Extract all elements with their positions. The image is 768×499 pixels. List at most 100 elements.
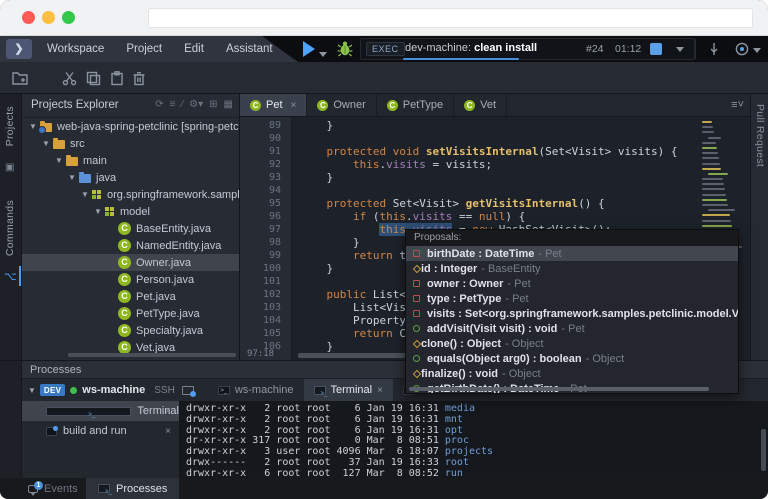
- minimap-line: [702, 199, 727, 201]
- terminal-scrollbar[interactable]: [761, 429, 766, 471]
- chevron-down-icon[interactable]: ▼: [54, 156, 64, 165]
- editor-tab-owner[interactable]: COwner: [307, 94, 376, 116]
- terminal-output[interactable]: drwxr-xr-x 2 root root 6 Jan 19 16:31 me…: [180, 401, 768, 478]
- maximize-window-button[interactable]: [62, 11, 75, 24]
- menu-edit[interactable]: Edit: [173, 36, 215, 62]
- paste-button[interactable]: [106, 68, 128, 88]
- proposals-scrollbar[interactable]: [409, 387, 709, 391]
- minimap-line: [708, 173, 728, 175]
- terminal-dir-name: projects: [445, 446, 493, 457]
- pull-request-panel-tab[interactable]: Pull Request: [754, 104, 766, 167]
- import-project-button[interactable]: [10, 68, 32, 88]
- code-line[interactable]: [300, 184, 696, 197]
- dev-badge: DEV: [40, 384, 65, 396]
- tree-item[interactable]: ▼java: [22, 169, 239, 186]
- link-with-editor-icon[interactable]: ∕: [182, 99, 184, 110]
- code-token: return: [353, 249, 393, 262]
- tree-item[interactable]: CPet.java: [22, 288, 239, 305]
- process-tab-terminal[interactable]: >_Terminal×: [304, 379, 393, 401]
- commands-panel-tab[interactable]: Commands: [4, 200, 16, 256]
- menu-project[interactable]: Project: [115, 36, 173, 62]
- code-line[interactable]: this.visits = visits;: [300, 158, 696, 171]
- proposal-item[interactable]: birthDate : DateTime- Pet: [406, 246, 738, 261]
- chevron-down-icon[interactable]: ▼: [28, 122, 38, 131]
- close-icon[interactable]: ×: [291, 100, 297, 111]
- tree-item[interactable]: ▼model: [22, 203, 239, 220]
- class-icon: C: [317, 100, 328, 111]
- projects-panel-tab[interactable]: Projects: [4, 106, 16, 146]
- delete-button[interactable]: [128, 68, 150, 88]
- tree-item[interactable]: COwner.java: [22, 254, 239, 271]
- tree-item[interactable]: CSpecialty.java: [22, 322, 239, 339]
- code-token: this: [353, 158, 380, 171]
- refresh-icon[interactable]: ⟳: [155, 99, 163, 110]
- maximize-panel-icon[interactable]: ⊞: [209, 99, 217, 110]
- line-number: 105: [240, 327, 291, 340]
- explorer-horizontal-scrollbar[interactable]: [68, 353, 236, 357]
- code-line[interactable]: }: [300, 171, 696, 184]
- debugger-panel-icon[interactable]: [706, 41, 722, 57]
- collapse-all-icon[interactable]: ≡: [170, 99, 176, 110]
- proposal-item[interactable]: addVisit(Visit visit) : void- Pet: [406, 321, 738, 336]
- process-item-terminal[interactable]: >_Terminal×: [22, 401, 179, 421]
- tree-item[interactable]: ▼org.springframework.samples: [22, 186, 239, 203]
- process-tab-ws-machine[interactable]: >_ws-machine: [208, 379, 304, 401]
- processes-tab[interactable]: >_ Processes: [86, 478, 179, 499]
- proposal-item[interactable]: visits : Set<org.springframework.samples…: [406, 306, 738, 321]
- events-tab[interactable]: 1 Events: [16, 478, 90, 499]
- tree-item[interactable]: ▼src: [22, 135, 239, 152]
- cut-button[interactable]: [58, 68, 80, 88]
- ssh-button[interactable]: SSH: [154, 385, 175, 396]
- machine-chevron-icon[interactable]: ▼: [28, 386, 36, 395]
- app-logo[interactable]: ❯: [6, 39, 32, 59]
- proposal-item[interactable]: finalize() : void- Object: [406, 366, 738, 381]
- chevron-down-icon[interactable]: ▼: [41, 139, 51, 148]
- proposal-item[interactable]: id : Integer- BaseEntity: [406, 261, 738, 276]
- editor-tab-pet[interactable]: CPet×: [240, 94, 307, 116]
- minimize-window-button[interactable]: [42, 11, 55, 24]
- machine-terminal-icon[interactable]: [182, 386, 194, 395]
- code-line[interactable]: protected void setVisitsInternal(Set<Vis…: [300, 145, 696, 158]
- line-number: 96: [240, 210, 291, 223]
- panel-menu-icon[interactable]: ▦: [224, 99, 233, 110]
- exec-options-caret-icon[interactable]: [676, 47, 684, 52]
- tree-item[interactable]: ▼main: [22, 152, 239, 169]
- chevron-down-icon[interactable]: ▼: [93, 207, 103, 216]
- settings-gear-icon[interactable]: ⚙▾: [189, 99, 203, 110]
- editor-tab-pettype[interactable]: CPetType: [377, 94, 454, 116]
- tree-item[interactable]: ▼web-java-spring-petclinic [spring-petcl…: [22, 118, 239, 135]
- close-icon[interactable]: ×: [377, 385, 383, 396]
- code-line[interactable]: protected Set<Visit> getVisitsInternal()…: [300, 197, 696, 210]
- address-bar[interactable]: [148, 8, 753, 28]
- proposal-item[interactable]: owner : Owner- Pet: [406, 276, 738, 291]
- stop-button[interactable]: [650, 43, 662, 55]
- code-line[interactable]: }: [300, 119, 696, 132]
- tree-item[interactable]: CPerson.java: [22, 271, 239, 288]
- copy-button[interactable]: [82, 68, 104, 88]
- menu-workspace[interactable]: Workspace: [36, 36, 115, 62]
- editor-tab-list-icon[interactable]: ≡˅: [731, 99, 744, 111]
- close-icon[interactable]: ×: [165, 426, 171, 437]
- debug-icon[interactable]: [337, 40, 353, 57]
- proposal-item[interactable]: clone() : Object- Object: [406, 336, 738, 351]
- close-icon[interactable]: ×: [165, 406, 171, 417]
- close-window-button[interactable]: [22, 11, 35, 24]
- proposal-item[interactable]: type : PetType- Pet: [406, 291, 738, 306]
- profile-caret-icon[interactable]: [753, 48, 761, 53]
- profile-icon[interactable]: [734, 41, 750, 57]
- tree-item[interactable]: CPetType.java: [22, 305, 239, 322]
- tree-item[interactable]: CBaseEntity.java: [22, 220, 239, 237]
- process-item-build-and-run[interactable]: build and run×: [22, 421, 179, 441]
- editor-tab-vet[interactable]: CVet: [454, 94, 507, 116]
- run-button[interactable]: [303, 41, 315, 57]
- code-line[interactable]: if (this.visits == null) {: [300, 210, 696, 223]
- commands-panel-icon[interactable]: ⌥: [4, 270, 17, 283]
- projects-panel-icon[interactable]: ▣: [5, 162, 14, 173]
- tree-item[interactable]: CNamedEntity.java: [22, 237, 239, 254]
- exec-command-text[interactable]: dev-machine: clean install: [405, 42, 537, 54]
- code-line[interactable]: [300, 132, 696, 145]
- proposal-item[interactable]: equals(Object arg0) : boolean- Object: [406, 351, 738, 366]
- run-options-caret-icon[interactable]: [319, 52, 327, 57]
- chevron-down-icon[interactable]: ▼: [80, 190, 90, 199]
- chevron-down-icon[interactable]: ▼: [67, 173, 77, 182]
